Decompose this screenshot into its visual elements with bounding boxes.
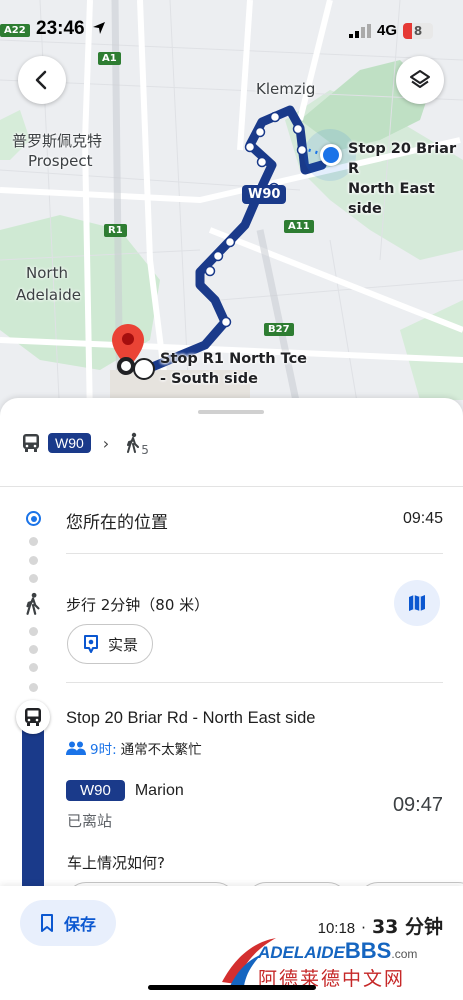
- end-stop-marker-2: [133, 358, 155, 380]
- board-bus-icon-badge: [16, 700, 50, 734]
- timeline-dot: [29, 683, 38, 692]
- map-label-prospect-cn: 普罗斯佩克特: [12, 132, 103, 150]
- people-icon: [66, 741, 86, 755]
- home-indicator[interactable]: [148, 985, 316, 990]
- departed-status: 已离站: [67, 812, 113, 830]
- watermark-brand-c: .com: [391, 947, 418, 961]
- timeline-dot: [29, 574, 38, 583]
- timeline-dot: [29, 645, 38, 654]
- sheet-drag-handle[interactable]: [198, 410, 264, 414]
- divider: [0, 486, 463, 487]
- layers-button[interactable]: [396, 56, 444, 104]
- timeline-dot: [29, 537, 38, 546]
- map-label-klemzig: Klemzig: [256, 80, 316, 98]
- board-route-chip: W90: [66, 780, 125, 801]
- board-destination: Marion: [134, 781, 184, 799]
- streetview-button[interactable]: 实景: [67, 624, 154, 664]
- status-time: 23:46: [36, 18, 106, 40]
- road-shield-r1: R1: [104, 224, 127, 237]
- map-label-north: North: [26, 264, 68, 282]
- origin-label: 您所在的位置: [66, 513, 168, 533]
- road-shield-b27: B27: [264, 323, 294, 336]
- watermark-logo: ADELAIDEBBS.com 阿德莱德中文网: [218, 932, 458, 990]
- map-label-adelaide: Adelaide: [16, 286, 82, 304]
- road-shield-a1: A1: [98, 52, 121, 65]
- origin-dot-icon: [26, 511, 41, 526]
- back-button[interactable]: [18, 56, 66, 104]
- network-type: 4G: [376, 22, 397, 39]
- crowd-text: 通常不太繁忙: [120, 742, 202, 758]
- map-stop-start-label: Stop 20 Briar R North East side: [348, 141, 457, 217]
- timeline-dot: [29, 556, 38, 565]
- map-view[interactable]: A22 A1 R1 A11 B27 Klemzig 普罗斯佩克特 Prospec…: [0, 0, 463, 420]
- crowd-info: 9时: 通常不太繁忙: [66, 738, 202, 758]
- current-location-dot: [320, 144, 342, 166]
- watermark-brand-b: BBS: [344, 938, 392, 963]
- walk-step-label: 步行 2分钟（80 米）: [66, 596, 210, 614]
- crowd-question: 车上情况如何?: [67, 854, 165, 872]
- divider: [66, 553, 443, 554]
- map-stop-end-label: Stop R1 North Tce - South side: [160, 351, 308, 387]
- location-arrow-icon: [92, 22, 105, 34]
- map-icon: [409, 595, 425, 611]
- status-right: 4G 8: [348, 22, 433, 39]
- map-label-prospect: Prospect: [28, 152, 93, 170]
- route-summary[interactable]: W90 › 5: [22, 428, 149, 458]
- board-time: 09:47: [392, 794, 443, 816]
- origin-time: 09:45: [402, 510, 443, 527]
- walk-map-button[interactable]: [394, 580, 440, 626]
- crowd-time: 9时:: [90, 742, 117, 758]
- watermark-brand-a: ADELAIDE: [258, 943, 345, 962]
- road-shield-a11: A11: [284, 220, 314, 233]
- back-arrow-icon: [35, 70, 47, 90]
- summary-walk-minutes: 5: [141, 443, 149, 457]
- bus-icon: [23, 434, 39, 452]
- bus-icon: [25, 708, 41, 726]
- walk-icon: [127, 432, 140, 453]
- board-route-row[interactable]: W90 Marion: [66, 780, 184, 801]
- timeline-dot: [29, 663, 38, 672]
- walk-step-icon: [26, 592, 40, 615]
- streetview-label: 实景: [108, 635, 139, 654]
- summary-route-chip: W90: [48, 433, 91, 453]
- save-button[interactable]: 保存: [20, 900, 116, 946]
- save-label: 保存: [63, 915, 96, 934]
- timeline-dot: [29, 627, 38, 636]
- summary-arrow: ›: [102, 433, 110, 453]
- bookmark-icon: [40, 914, 53, 932]
- board-stop-name[interactable]: Stop 20 Briar Rd - North East side: [66, 709, 315, 728]
- divider: [66, 682, 443, 683]
- battery-icon: 8: [403, 22, 433, 39]
- layers-icon: [410, 70, 430, 88]
- bottom-action-bar: 保存 10:18 · 33 分钟 ADELAIDEBBS.com 阿德莱德中文网: [0, 886, 463, 1000]
- map-route-chip: W90: [242, 185, 287, 204]
- signal-icon: [348, 23, 371, 38]
- status-bar: 23:46 4G 8: [0, 18, 463, 46]
- streetview-pin-icon: [84, 635, 98, 653]
